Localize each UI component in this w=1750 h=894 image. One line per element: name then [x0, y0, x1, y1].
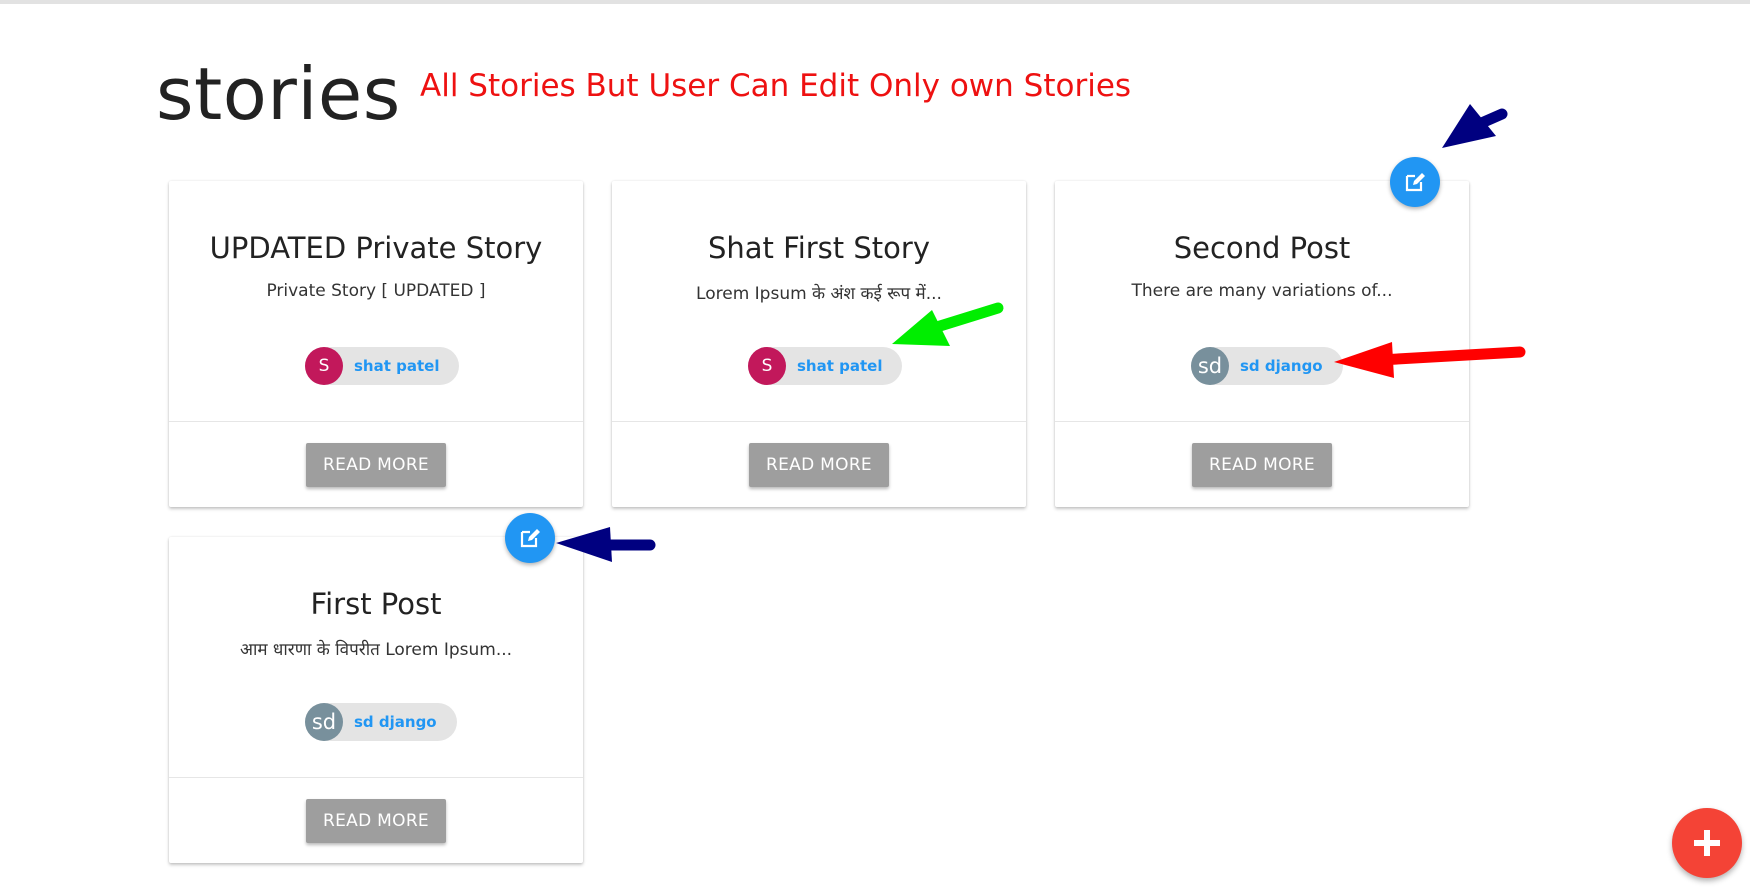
author-chip[interactable]: S shat patel	[305, 347, 460, 385]
read-more-button[interactable]: READ MORE	[1192, 443, 1332, 487]
author-name[interactable]: shat patel	[797, 357, 882, 375]
annotation-note: All Stories But User Can Edit Only own S…	[420, 68, 1132, 104]
edit-icon	[520, 529, 540, 548]
add-story-button[interactable]	[1672, 808, 1742, 878]
card-divider	[612, 421, 1026, 422]
author-chip[interactable]: S shat patel	[748, 347, 903, 385]
edit-icon	[1405, 173, 1425, 192]
avatar: S	[748, 347, 786, 385]
story-card: First Post आम धारणा के विपरीत Lorem Ipsu…	[169, 537, 583, 863]
author-name[interactable]: shat patel	[354, 357, 439, 375]
story-card: Shat First Story Lorem Ipsum के अंश कई र…	[612, 181, 1026, 507]
story-excerpt: There are many variations of...	[1131, 281, 1393, 301]
edit-story-button[interactable]	[1390, 157, 1440, 207]
story-title: UPDATED Private Story	[209, 231, 543, 265]
author-chip[interactable]: sd sd django	[1191, 347, 1343, 385]
card-divider	[169, 421, 583, 422]
card-divider	[169, 777, 583, 778]
read-more-button[interactable]: READ MORE	[306, 443, 446, 487]
story-card: UPDATED Private Story Private Story [ UP…	[169, 181, 583, 507]
story-title: Shat First Story	[707, 231, 930, 265]
avatar: sd	[305, 703, 343, 741]
plus-icon	[1694, 830, 1720, 856]
edit-story-button[interactable]	[505, 513, 555, 563]
story-title: First Post	[310, 587, 442, 621]
read-more-button[interactable]: READ MORE	[749, 443, 889, 487]
story-card: Second Post There are many variations of…	[1055, 181, 1469, 507]
author-name[interactable]: sd django	[1240, 357, 1323, 375]
story-excerpt: Lorem Ipsum के अंश कई रूप में...	[696, 284, 942, 304]
story-excerpt: आम धारणा के विपरीत Lorem Ipsum...	[239, 640, 513, 660]
author-name[interactable]: sd django	[354, 713, 437, 731]
story-excerpt: Private Story [ UPDATED ]	[266, 281, 486, 301]
navy-arrow-icon	[1442, 104, 1508, 148]
author-chip[interactable]: sd sd django	[305, 703, 457, 741]
avatar: sd	[1191, 347, 1229, 385]
story-title: Second Post	[1173, 231, 1351, 265]
avatar: S	[305, 347, 343, 385]
read-more-button[interactable]: READ MORE	[306, 799, 446, 843]
page-title: stories	[156, 52, 401, 136]
card-divider	[1055, 421, 1469, 422]
top-divider	[0, 0, 1750, 4]
